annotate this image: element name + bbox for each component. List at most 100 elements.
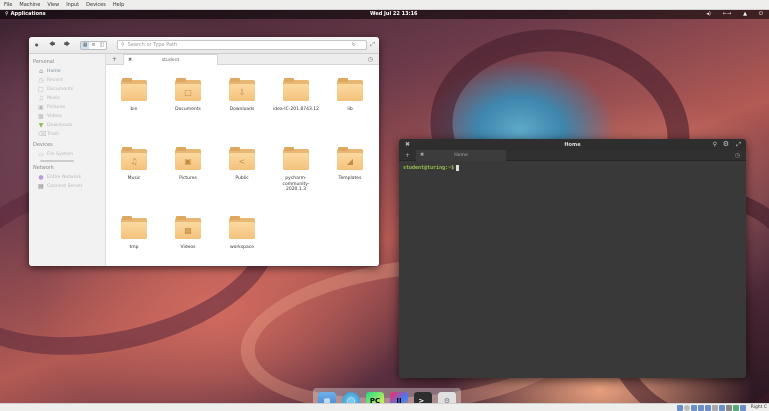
file-item-tmp[interactable]: tmp xyxy=(111,216,157,251)
close-tab-icon[interactable]: ✖ xyxy=(420,152,424,158)
file-item-label: Documents xyxy=(175,107,201,112)
audio-icon[interactable] xyxy=(691,405,697,411)
sidebar-item-connect-server[interactable]: ▤ Connect Server xyxy=(29,182,105,191)
fullscreen-icon[interactable]: ⤢ xyxy=(370,41,375,49)
file-item-label: Public xyxy=(235,176,249,181)
terminal-body[interactable]: student@turing:~$ xyxy=(399,161,746,175)
menu-help[interactable]: Help xyxy=(113,2,124,8)
music-icon: ♫ xyxy=(38,95,44,102)
sidebar-heading-devices: Devices xyxy=(33,142,53,148)
grid-view-icon[interactable]: ▦ xyxy=(81,42,90,49)
tab-home[interactable]: ✖ Home xyxy=(416,150,506,161)
dock-pycharm[interactable]: PC xyxy=(366,392,384,403)
file-item-pycharm[interactable]: pycharm-community-2020.1.3 xyxy=(273,147,319,193)
sidebar-item-entire-network[interactable]: ● Entire Network xyxy=(29,173,105,182)
file-item-label: idea-IC-201.8743.12 xyxy=(273,107,319,112)
terminal-window: ✖ Home ⚲ ⚙ ⤢ + ✖ Home ◷ student@turing:~… xyxy=(399,139,746,378)
dock-intellij[interactable]: IJ xyxy=(390,392,408,403)
sidebar-item-pictures[interactable]: ▣ Pictures xyxy=(29,103,105,112)
recent-icon: ◷ xyxy=(38,77,44,84)
mouse-integration-icon[interactable] xyxy=(740,405,746,411)
dock-terminal[interactable]: >_ xyxy=(414,392,432,403)
new-tab-icon[interactable]: + xyxy=(405,152,410,159)
file-item-label: workspace xyxy=(229,245,255,250)
file-item-documents[interactable]: □ Documents xyxy=(165,78,211,113)
top-panel: ⚲ Applications Wed Jul 22 13:16 ◂) ←→ ▲ … xyxy=(0,10,769,19)
desktop[interactable]: ⚲ Applications Wed Jul 22 13:16 ◂) ←→ ▲ … xyxy=(0,10,769,403)
history-icon[interactable]: ◷ xyxy=(735,152,740,159)
dock-settings[interactable]: ⚙ xyxy=(438,392,456,403)
file-item-bin[interactable]: bin xyxy=(111,78,157,113)
shared-folders-icon[interactable] xyxy=(712,405,718,411)
reload-icon[interactable]: ↻ xyxy=(352,42,356,48)
back-icon[interactable]: 🡄 xyxy=(49,40,55,50)
sidebar-item-documents[interactable]: □ Documents xyxy=(29,85,105,94)
share-icon: < xyxy=(229,147,255,170)
search-icon: ⚲ xyxy=(121,42,125,48)
view-switcher[interactable]: ▦ ≡ ◫ xyxy=(80,41,107,50)
path-input[interactable]: Search or Type Path xyxy=(128,42,178,48)
files-tabbar: + ✖ student ◷ xyxy=(106,54,379,65)
menu-file[interactable]: File xyxy=(4,2,12,8)
optical-drive-icon[interactable] xyxy=(684,405,690,411)
path-bar[interactable]: ⚲ Search or Type Path ↻ xyxy=(117,40,367,50)
network-adapter-icon[interactable] xyxy=(698,405,704,411)
volume-icon[interactable]: ◂) xyxy=(706,11,710,17)
menu-view[interactable]: View xyxy=(47,2,59,8)
forward-icon[interactable]: 🡆 xyxy=(64,40,70,50)
cpu-icon[interactable] xyxy=(733,405,739,411)
dock-files[interactable]: ▦ xyxy=(318,392,336,403)
applications-menu[interactable]: ⚲ Applications xyxy=(5,11,46,17)
dock-browser[interactable]: ◯ xyxy=(342,392,360,403)
folder-icon xyxy=(121,216,147,239)
file-item-label: pycharm-community-2020.1.3 xyxy=(282,176,310,192)
file-item-label: bin xyxy=(130,107,138,112)
file-item-pictures[interactable]: ▣ Pictures xyxy=(165,147,211,182)
sidebar-item-downloads[interactable]: ▼ Downloads xyxy=(29,121,105,130)
files-toolbar: ● 🡄 🡆 ▦ ≡ ◫ ⚲ Search or Type Path ↻ ⤢ xyxy=(29,37,379,54)
file-item-lib[interactable]: lib xyxy=(327,78,373,113)
video-icon: ▩ xyxy=(175,216,201,239)
display-icon[interactable] xyxy=(719,405,725,411)
menu-input[interactable]: Input xyxy=(66,2,79,8)
power-icon[interactable]: ⏻ xyxy=(759,11,763,17)
clock[interactable]: Wed Jul 22 13:16 xyxy=(370,11,418,17)
sidebar-item-file-system[interactable]: ▭ File System xyxy=(29,150,105,159)
download-icon: ⇩ xyxy=(229,78,255,101)
search-icon[interactable]: ⚲ xyxy=(713,141,717,148)
network-icon[interactable]: ←→ xyxy=(723,11,731,17)
applications-label: Applications xyxy=(10,11,46,17)
hard-disk-icon[interactable] xyxy=(677,405,683,411)
sidebar-item-home[interactable]: ⌂ Home xyxy=(29,67,105,76)
menu-machine[interactable]: Machine xyxy=(19,2,40,8)
sidebar-heading-network: Network xyxy=(33,165,54,171)
file-item-videos[interactable]: ▩ Videos xyxy=(165,216,211,251)
file-item-idea[interactable]: idea-IC-201.8743.12 xyxy=(273,78,319,113)
menu-devices[interactable]: Devices xyxy=(86,2,106,8)
fullscreen-icon[interactable]: ⤢ xyxy=(736,141,741,149)
close-tab-icon[interactable]: ✖ xyxy=(128,57,132,63)
sidebar-item-videos[interactable]: ▩ Videos xyxy=(29,112,105,121)
file-item-label: lib xyxy=(347,107,353,112)
usb-icon[interactable] xyxy=(705,405,711,411)
history-icon[interactable]: ◷ xyxy=(368,56,373,63)
gear-icon[interactable]: ⚙ xyxy=(723,140,729,148)
file-item-public[interactable]: < Public xyxy=(219,147,265,182)
file-item-templates[interactable]: ◢ Templates xyxy=(327,147,373,182)
column-view-icon[interactable]: ◫ xyxy=(98,42,106,49)
sidebar-item-music[interactable]: ♫ Music xyxy=(29,94,105,103)
file-item-workspace[interactable]: workspace xyxy=(219,216,265,251)
sidebar-heading-personal: Personal xyxy=(33,59,55,65)
file-item-music[interactable]: ♫ Music xyxy=(111,147,157,182)
tab-student[interactable]: ✖ student xyxy=(123,54,218,65)
navigation-arrow-icon[interactable]: ● xyxy=(35,42,39,47)
system-tray: ◂) ←→ ▲ ⏻ xyxy=(706,11,763,17)
host-key-label: Right C xyxy=(750,405,767,410)
new-tab-icon[interactable]: + xyxy=(112,56,117,63)
sidebar-item-trash[interactable]: ⌫ Trash xyxy=(29,130,105,139)
file-item-downloads[interactable]: ⇩ Downloads xyxy=(219,78,265,113)
video-capture-icon[interactable] xyxy=(726,405,732,411)
notifications-icon[interactable]: ▲ xyxy=(743,11,747,17)
list-view-icon[interactable]: ≡ xyxy=(89,42,97,49)
sidebar-item-recent[interactable]: ◷ Recent xyxy=(29,76,105,85)
